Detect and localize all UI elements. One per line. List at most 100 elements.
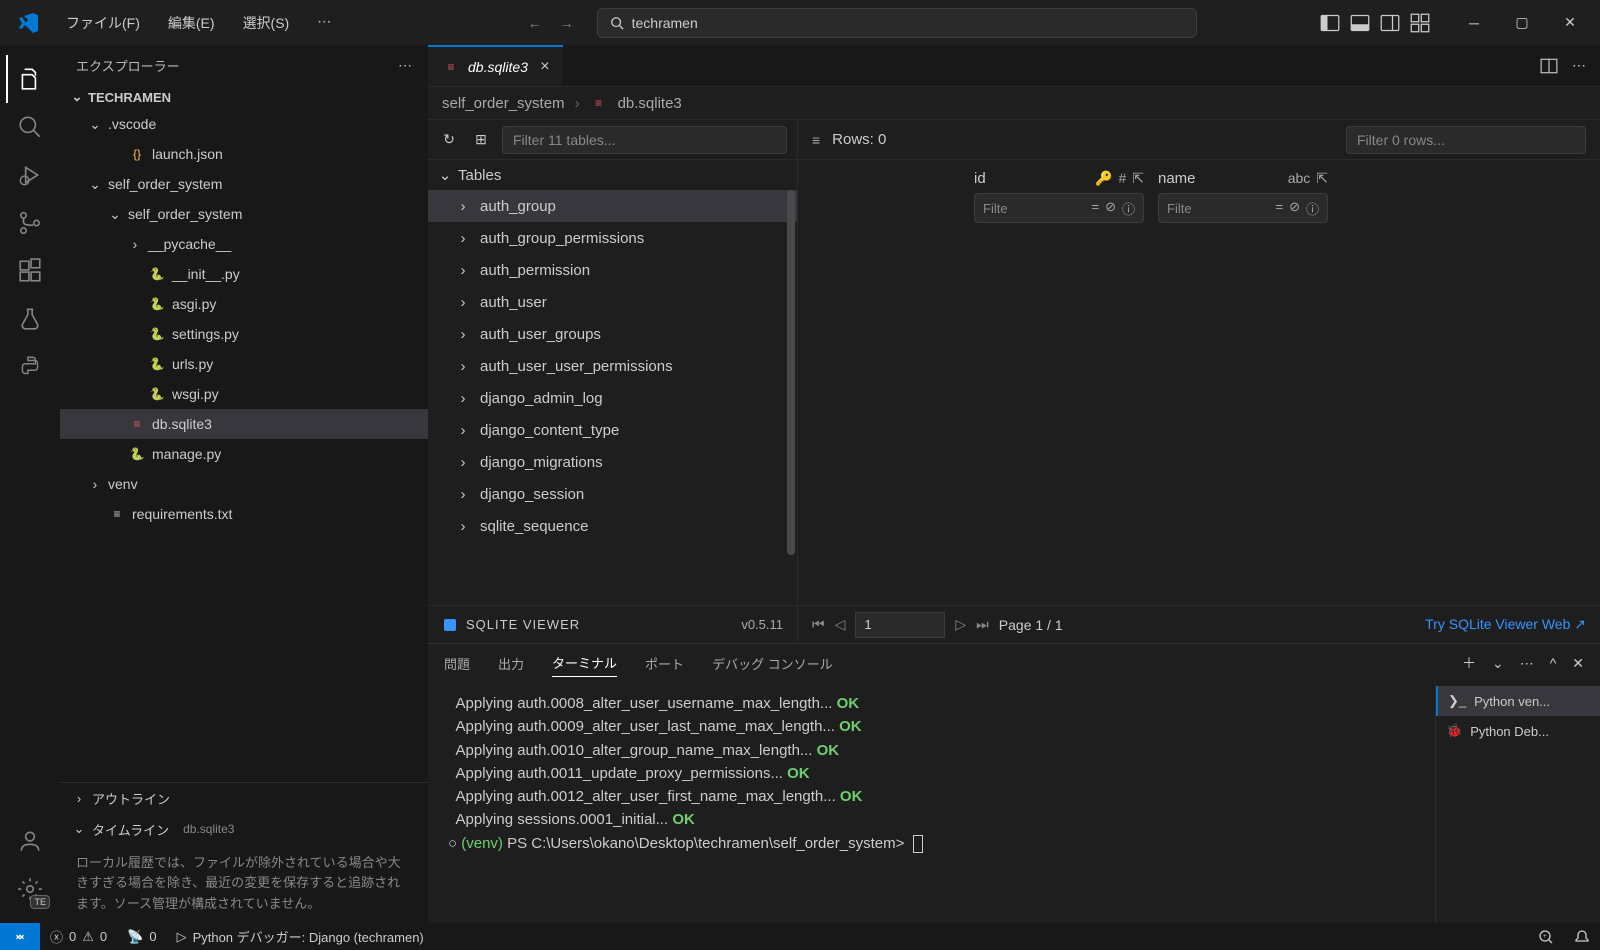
panel-close-icon[interactable]: ✕: [1572, 655, 1584, 672]
outline-section[interactable]: ›アウトライン: [60, 783, 428, 814]
layout-secondary-sidebar-icon[interactable]: [1380, 13, 1400, 33]
menu-edit[interactable]: 編集(E): [158, 9, 225, 37]
tab-db-sqlite3[interactable]: ≡ db.sqlite3 ×: [428, 45, 563, 86]
pin-icon[interactable]: ⇱: [1316, 170, 1328, 187]
null-icon[interactable]: ⊘: [1105, 199, 1116, 218]
folder-pycache[interactable]: ›__pycache__: [60, 229, 428, 259]
equals-icon[interactable]: =: [1275, 199, 1283, 218]
file-asgi-py[interactable]: 🐍asgi.py: [60, 289, 428, 319]
status-debug-config[interactable]: ▷Python デバッガー: Django (techramen): [167, 923, 434, 950]
sqlite-web-link[interactable]: Try SQLite Viewer Web ↗: [1425, 616, 1586, 633]
breadcrumb-segment[interactable]: db.sqlite3: [618, 95, 682, 112]
panel-tab-ports[interactable]: ポート: [645, 650, 684, 677]
table-item[interactable]: ›django_migrations: [428, 446, 797, 478]
status-ports[interactable]: 📡0: [117, 923, 166, 950]
file-requirements-txt[interactable]: ≡requirements.txt: [60, 499, 428, 529]
table-item[interactable]: ›auth_user: [428, 286, 797, 318]
file-db-sqlite3[interactable]: ≡db.sqlite3: [60, 409, 428, 439]
activity-scm-icon[interactable]: [6, 199, 54, 247]
file-settings-py[interactable]: 🐍settings.py: [60, 319, 428, 349]
table-item[interactable]: ›django_content_type: [428, 414, 797, 446]
activity-debug-icon[interactable]: [6, 151, 54, 199]
page-first-icon[interactable]: ⏮: [812, 616, 825, 633]
nav-back-icon[interactable]: ←: [525, 13, 545, 33]
page-prev-icon[interactable]: ◁: [835, 616, 846, 633]
command-center[interactable]: techramen: [597, 8, 1197, 38]
info-icon[interactable]: ⓘ: [1122, 199, 1135, 218]
activity-account-icon[interactable]: [6, 817, 54, 865]
panel-more-icon[interactable]: ⋯: [1520, 655, 1534, 672]
terminal-tab-python-debug[interactable]: 🐞Python Deb...: [1436, 716, 1600, 746]
table-auth-group[interactable]: ›auth_group: [428, 190, 797, 222]
terminal-dropdown-icon[interactable]: ⌄: [1492, 655, 1504, 672]
status-problems[interactable]: ⓧ0 ⚠0: [40, 923, 117, 950]
split-editor-icon[interactable]: [1540, 57, 1558, 75]
table-item[interactable]: ›sqlite_sequence: [428, 510, 797, 542]
panel-tab-debug-console[interactable]: デバッグ コンソール: [712, 650, 833, 677]
table-item[interactable]: ›django_admin_log: [428, 382, 797, 414]
window-maximize-icon[interactable]: ▢: [1500, 7, 1544, 39]
activity-settings-icon[interactable]: TE: [6, 865, 54, 913]
sidebar-more-icon[interactable]: ⋯: [398, 57, 412, 74]
table-item[interactable]: ›auth_permission: [428, 254, 797, 286]
table-item[interactable]: ›auth_group_permissions: [428, 222, 797, 254]
workspace-root[interactable]: ⌄TECHRAMEN: [60, 85, 428, 109]
table-item[interactable]: ›auth_user_user_permissions: [428, 350, 797, 382]
menu-more-icon[interactable]: ⋯: [307, 9, 341, 37]
tab-close-icon[interactable]: ×: [540, 58, 549, 76]
panel-tab-terminal[interactable]: ターミナル: [552, 649, 617, 677]
null-icon[interactable]: ⊘: [1289, 199, 1300, 218]
menu-file[interactable]: ファイル(F): [56, 9, 150, 37]
filter-tables-input[interactable]: Filter 11 tables...: [502, 126, 787, 154]
layout-panel-icon[interactable]: [1350, 13, 1370, 33]
status-notifications-icon[interactable]: [1564, 929, 1600, 945]
layout-primary-sidebar-icon[interactable]: [1320, 13, 1340, 33]
folder-vscode[interactable]: ⌄.vscode: [60, 109, 428, 139]
table-item[interactable]: ›django_session: [428, 478, 797, 510]
activity-explorer-icon[interactable]: [6, 55, 54, 103]
panel-maximize-icon[interactable]: ^: [1550, 655, 1557, 671]
folder-self-order-system-inner[interactable]: ⌄self_order_system: [60, 199, 428, 229]
file-urls-py[interactable]: 🐍urls.py: [60, 349, 428, 379]
window-close-icon[interactable]: ✕: [1548, 7, 1592, 39]
menu-select[interactable]: 選択(S): [233, 9, 300, 37]
page-last-icon[interactable]: ⏭: [976, 616, 989, 633]
filter-rows-input[interactable]: Filter 0 rows...: [1346, 126, 1586, 154]
info-icon[interactable]: ⓘ: [1306, 199, 1319, 218]
folder-venv[interactable]: ›venv: [60, 469, 428, 499]
terminal-output[interactable]: Applying auth.0008_alter_user_username_m…: [428, 682, 1435, 923]
file-launch-json[interactable]: {}launch.json: [60, 139, 428, 169]
window-minimize-icon[interactable]: ─: [1452, 7, 1496, 39]
column-filter-input[interactable]: Filte=⊘ⓘ: [974, 193, 1144, 223]
remote-window-icon[interactable]: [0, 923, 40, 950]
pin-icon[interactable]: ⇱: [1132, 170, 1144, 187]
nav-forward-icon[interactable]: →: [557, 13, 577, 33]
tables-header[interactable]: ⌄Tables: [428, 160, 797, 190]
new-query-icon[interactable]: ⊞: [470, 131, 492, 148]
file-manage-py[interactable]: 🐍manage.py: [60, 439, 428, 469]
activity-search-icon[interactable]: [6, 103, 54, 151]
layout-customize-icon[interactable]: [1410, 13, 1430, 33]
folder-self-order-system[interactable]: ⌄self_order_system: [60, 169, 428, 199]
panel-tab-output[interactable]: 出力: [498, 650, 524, 677]
equals-icon[interactable]: =: [1091, 199, 1099, 218]
timeline-section[interactable]: ⌄タイムラインdb.sqlite3: [60, 814, 428, 845]
terminal-tab-python-venv[interactable]: ❯_Python ven...: [1436, 686, 1600, 716]
page-next-icon[interactable]: ▷: [955, 616, 966, 633]
tab-more-icon[interactable]: ⋯: [1572, 57, 1586, 74]
file-init-py[interactable]: 🐍__init__.py: [60, 259, 428, 289]
status-feedback-icon[interactable]: +: [1528, 929, 1564, 945]
scrollbar[interactable]: [785, 190, 797, 605]
activity-python-icon[interactable]: [6, 343, 54, 391]
activity-testing-icon[interactable]: [6, 295, 54, 343]
breadcrumb[interactable]: self_order_system › ≡ db.sqlite3: [428, 87, 1600, 119]
column-filter-input[interactable]: Filte=⊘ⓘ: [1158, 193, 1328, 223]
table-item[interactable]: ›auth_user_groups: [428, 318, 797, 350]
panel-tab-problems[interactable]: 問題: [444, 650, 470, 677]
refresh-icon[interactable]: ↻: [438, 131, 460, 148]
page-number-input[interactable]: [855, 612, 945, 638]
new-terminal-icon[interactable]: ＋: [1462, 653, 1476, 673]
activity-extensions-icon[interactable]: [6, 247, 54, 295]
file-wsgi-py[interactable]: 🐍wsgi.py: [60, 379, 428, 409]
breadcrumb-segment[interactable]: self_order_system: [442, 95, 565, 112]
